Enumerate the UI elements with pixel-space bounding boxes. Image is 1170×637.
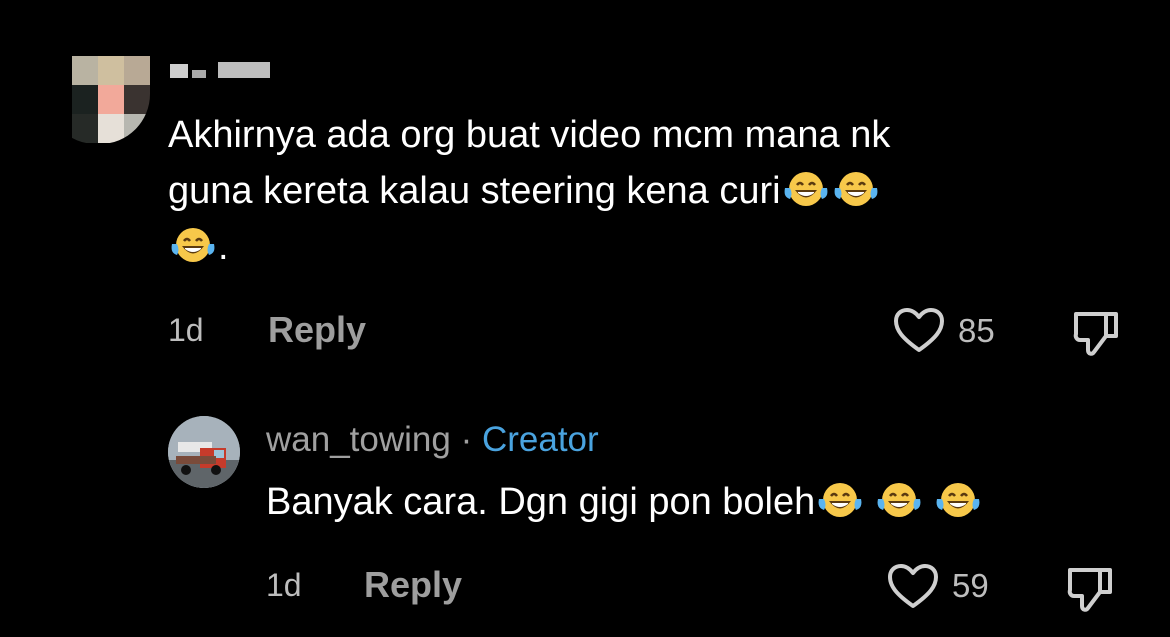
dislike-icon[interactable] bbox=[1070, 306, 1124, 365]
laughing-emoji-icon bbox=[169, 225, 217, 265]
comment-timestamp: 1d bbox=[168, 312, 204, 348]
commenter-username-redacted bbox=[170, 62, 270, 78]
creator-badge: Creator bbox=[481, 420, 599, 459]
commenter-avatar[interactable] bbox=[46, 56, 150, 144]
dislike-icon[interactable] bbox=[1064, 562, 1118, 621]
heart-icon[interactable] bbox=[886, 562, 940, 617]
like-count: 85 bbox=[958, 312, 995, 349]
reply-username[interactable]: wan_towing bbox=[266, 420, 451, 459]
reply-button[interactable]: Reply bbox=[268, 309, 366, 351]
laughing-emoji-icon bbox=[875, 480, 923, 520]
creator-avatar[interactable] bbox=[168, 416, 240, 488]
reply-button[interactable]: Reply bbox=[364, 564, 462, 606]
laughing-emoji-icon bbox=[934, 480, 982, 520]
like-count: 59 bbox=[952, 567, 989, 604]
laughing-emoji-icon bbox=[782, 169, 830, 209]
separator-dot: · bbox=[460, 420, 473, 459]
heart-icon[interactable] bbox=[892, 306, 946, 361]
comment-text: Akhirnya ada org buat video mcm mana nk … bbox=[168, 114, 891, 268]
laughing-emoji-icon bbox=[816, 480, 864, 520]
reply-text: Banyak cara. Dgn gigi pon boleh bbox=[266, 480, 983, 524]
laughing-emoji-icon bbox=[832, 169, 880, 209]
reply-timestamp: 1d bbox=[266, 567, 302, 603]
reply-header: wan_towing · Creator bbox=[266, 420, 599, 460]
